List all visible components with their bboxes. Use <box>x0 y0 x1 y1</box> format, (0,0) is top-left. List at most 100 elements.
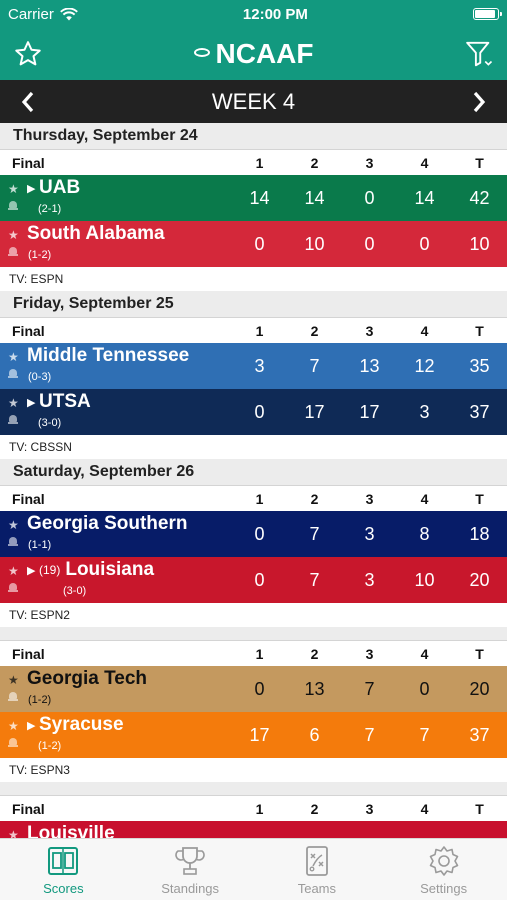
favorite-star-icon[interactable]: ★ <box>8 350 19 364</box>
total-score: 37 <box>469 401 490 422</box>
notification-bell-icon[interactable] <box>8 537 18 546</box>
quarter-score: 0 <box>364 233 375 254</box>
favorites-star-button[interactable] <box>10 36 46 72</box>
notification-bell-icon[interactable] <box>8 369 18 378</box>
quarter-score: 7 <box>309 569 320 590</box>
favorite-star-icon[interactable]: ★ <box>8 719 19 733</box>
tab-scores[interactable]: Scores <box>0 839 127 900</box>
quarter-score: 17 <box>249 724 270 745</box>
status-bar: Carrier 12:00 PM <box>0 0 507 28</box>
team-name-line: Georgia Tech <box>27 668 147 690</box>
favorite-star-icon[interactable]: ★ <box>8 673 19 687</box>
quarter-score: 8 <box>419 523 430 544</box>
notification-bell-icon[interactable] <box>8 583 18 592</box>
team-record: (2-1) <box>38 203 62 215</box>
quarter-score: 7 <box>419 724 430 745</box>
tab-settings[interactable]: Settings <box>380 839 507 900</box>
winner-arrow-icon: ▶ <box>27 719 36 732</box>
app-title: NCAAF <box>215 38 314 69</box>
quarter-header: Final 1 2 3 4 T <box>0 318 507 343</box>
favorite-star-icon[interactable]: ★ <box>8 396 19 410</box>
team-info: ★ ▶ UAB (2-1) <box>0 175 232 221</box>
team-info: ★ Georgia Southern (1-1) <box>0 511 232 557</box>
notification-bell-icon[interactable] <box>8 692 18 701</box>
page-title: NCAAF <box>0 38 507 70</box>
team-name-line: ▶ Syracuse <box>27 714 124 736</box>
quarter-label: 1 <box>255 800 264 817</box>
team-info: ★ South Alabama (1-2) <box>0 221 232 267</box>
team-record: (1-1) <box>28 539 52 551</box>
tab-bar: Scores Standings Teams Settings <box>0 838 507 900</box>
quarter-label: 1 <box>255 322 264 339</box>
quarter-label: 2 <box>310 800 319 817</box>
team-info: ★ ▶ (19) Louisiana (3-0) <box>0 557 232 603</box>
next-week-button[interactable] <box>461 84 497 120</box>
total-score: 35 <box>469 355 490 376</box>
total-score: 20 <box>469 569 490 590</box>
quarter-score: 0 <box>254 233 265 254</box>
team-row[interactable]: ★ Middle Tennessee (0-3) 3 7 13 12 35 <box>0 343 507 389</box>
quarter-label: 2 <box>310 154 319 171</box>
favorite-star-icon[interactable]: ★ <box>8 828 19 838</box>
notification-bell-icon[interactable] <box>8 201 18 210</box>
filter-button[interactable] <box>461 36 497 72</box>
team-name-line: Middle Tennessee <box>27 345 189 367</box>
quarter-score: 10 <box>304 233 325 254</box>
nav-bar: NCAAF <box>0 28 507 80</box>
tab-teams[interactable]: Teams <box>254 839 381 900</box>
team-row[interactable]: ★ ▶ (19) Louisiana (3-0) 0 7 3 10 20 <box>0 557 507 603</box>
team-row[interactable]: ★ Georgia Southern (1-1) 0 7 3 8 18 <box>0 511 507 557</box>
quarter-label: T <box>475 800 484 817</box>
quarter-score: 6 <box>309 724 320 745</box>
team-record: (1-2) <box>28 249 52 261</box>
quarter-label: T <box>475 154 484 171</box>
team-name-line: ▶ (19) Louisiana <box>27 559 154 581</box>
quarter-header: Final 1 2 3 4 T <box>0 486 507 511</box>
quarter-label: 4 <box>420 645 429 662</box>
team-info: ★ ▶ UTSA (3-0) <box>0 389 232 435</box>
winner-arrow-icon: ▶ <box>27 564 36 577</box>
tab-standings[interactable]: Standings <box>127 839 254 900</box>
game-status-label: Final <box>12 490 45 507</box>
favorite-star-icon[interactable]: ★ <box>8 182 19 196</box>
quarter-header: Final 1 2 3 4 T <box>0 796 507 821</box>
week-title: WEEK 4 <box>211 88 296 114</box>
team-record: (3-0) <box>38 417 62 429</box>
tab-label: Settings <box>420 880 468 896</box>
team-row[interactable]: ★ Louisville <box>0 821 507 838</box>
team-row[interactable]: ★ Georgia Tech (1-2) 0 13 7 0 20 <box>0 666 507 712</box>
quarter-score: 17 <box>304 401 325 422</box>
total-score: 18 <box>469 523 490 544</box>
favorite-star-icon[interactable]: ★ <box>8 518 19 532</box>
quarter-score: 14 <box>249 187 270 208</box>
previous-week-button[interactable] <box>10 84 46 120</box>
quarter-label: T <box>475 322 484 339</box>
team-record: (1-2) <box>28 694 52 706</box>
notification-bell-icon[interactable] <box>8 738 18 747</box>
week-selector: WEEK 4 <box>0 80 507 123</box>
quarter-score: 10 <box>414 569 435 590</box>
battery-icon <box>472 8 502 20</box>
team-row[interactable]: ★ South Alabama (1-2) 0 10 0 0 10 <box>0 221 507 267</box>
chevron-right-icon <box>473 91 486 112</box>
quarter-score: 14 <box>304 187 325 208</box>
quarter-score: 7 <box>364 678 375 699</box>
quarter-score: 13 <box>304 678 325 699</box>
notification-bell-icon[interactable] <box>8 415 18 424</box>
quarter-label: 3 <box>365 645 374 662</box>
quarter-score: 17 <box>359 401 380 422</box>
team-info: ★ Georgia Tech (1-2) <box>0 666 232 712</box>
favorite-star-icon[interactable]: ★ <box>8 564 19 578</box>
notification-bell-icon[interactable] <box>8 247 18 256</box>
favorite-star-icon[interactable]: ★ <box>8 228 19 242</box>
team-row[interactable]: ★ ▶ UAB (2-1) 14 14 0 14 42 <box>0 175 507 221</box>
quarter-label: 2 <box>310 490 319 507</box>
tv-network: TV: ESPN2 <box>0 603 507 627</box>
scoreboard-icon <box>46 844 80 878</box>
team-row[interactable]: ★ ▶ UTSA (3-0) 0 17 17 3 37 <box>0 389 507 435</box>
section-divider <box>0 782 507 796</box>
games-list[interactable]: Thursday, September 24 Final 1 2 3 4 T ★ ▶ UAB (2-… <box>0 123 507 838</box>
team-row[interactable]: ★ ▶ Syracuse (1-2) 17 6 7 7 37 <box>0 712 507 758</box>
quarter-score: 0 <box>364 187 375 208</box>
quarter-score: 0 <box>254 678 265 699</box>
